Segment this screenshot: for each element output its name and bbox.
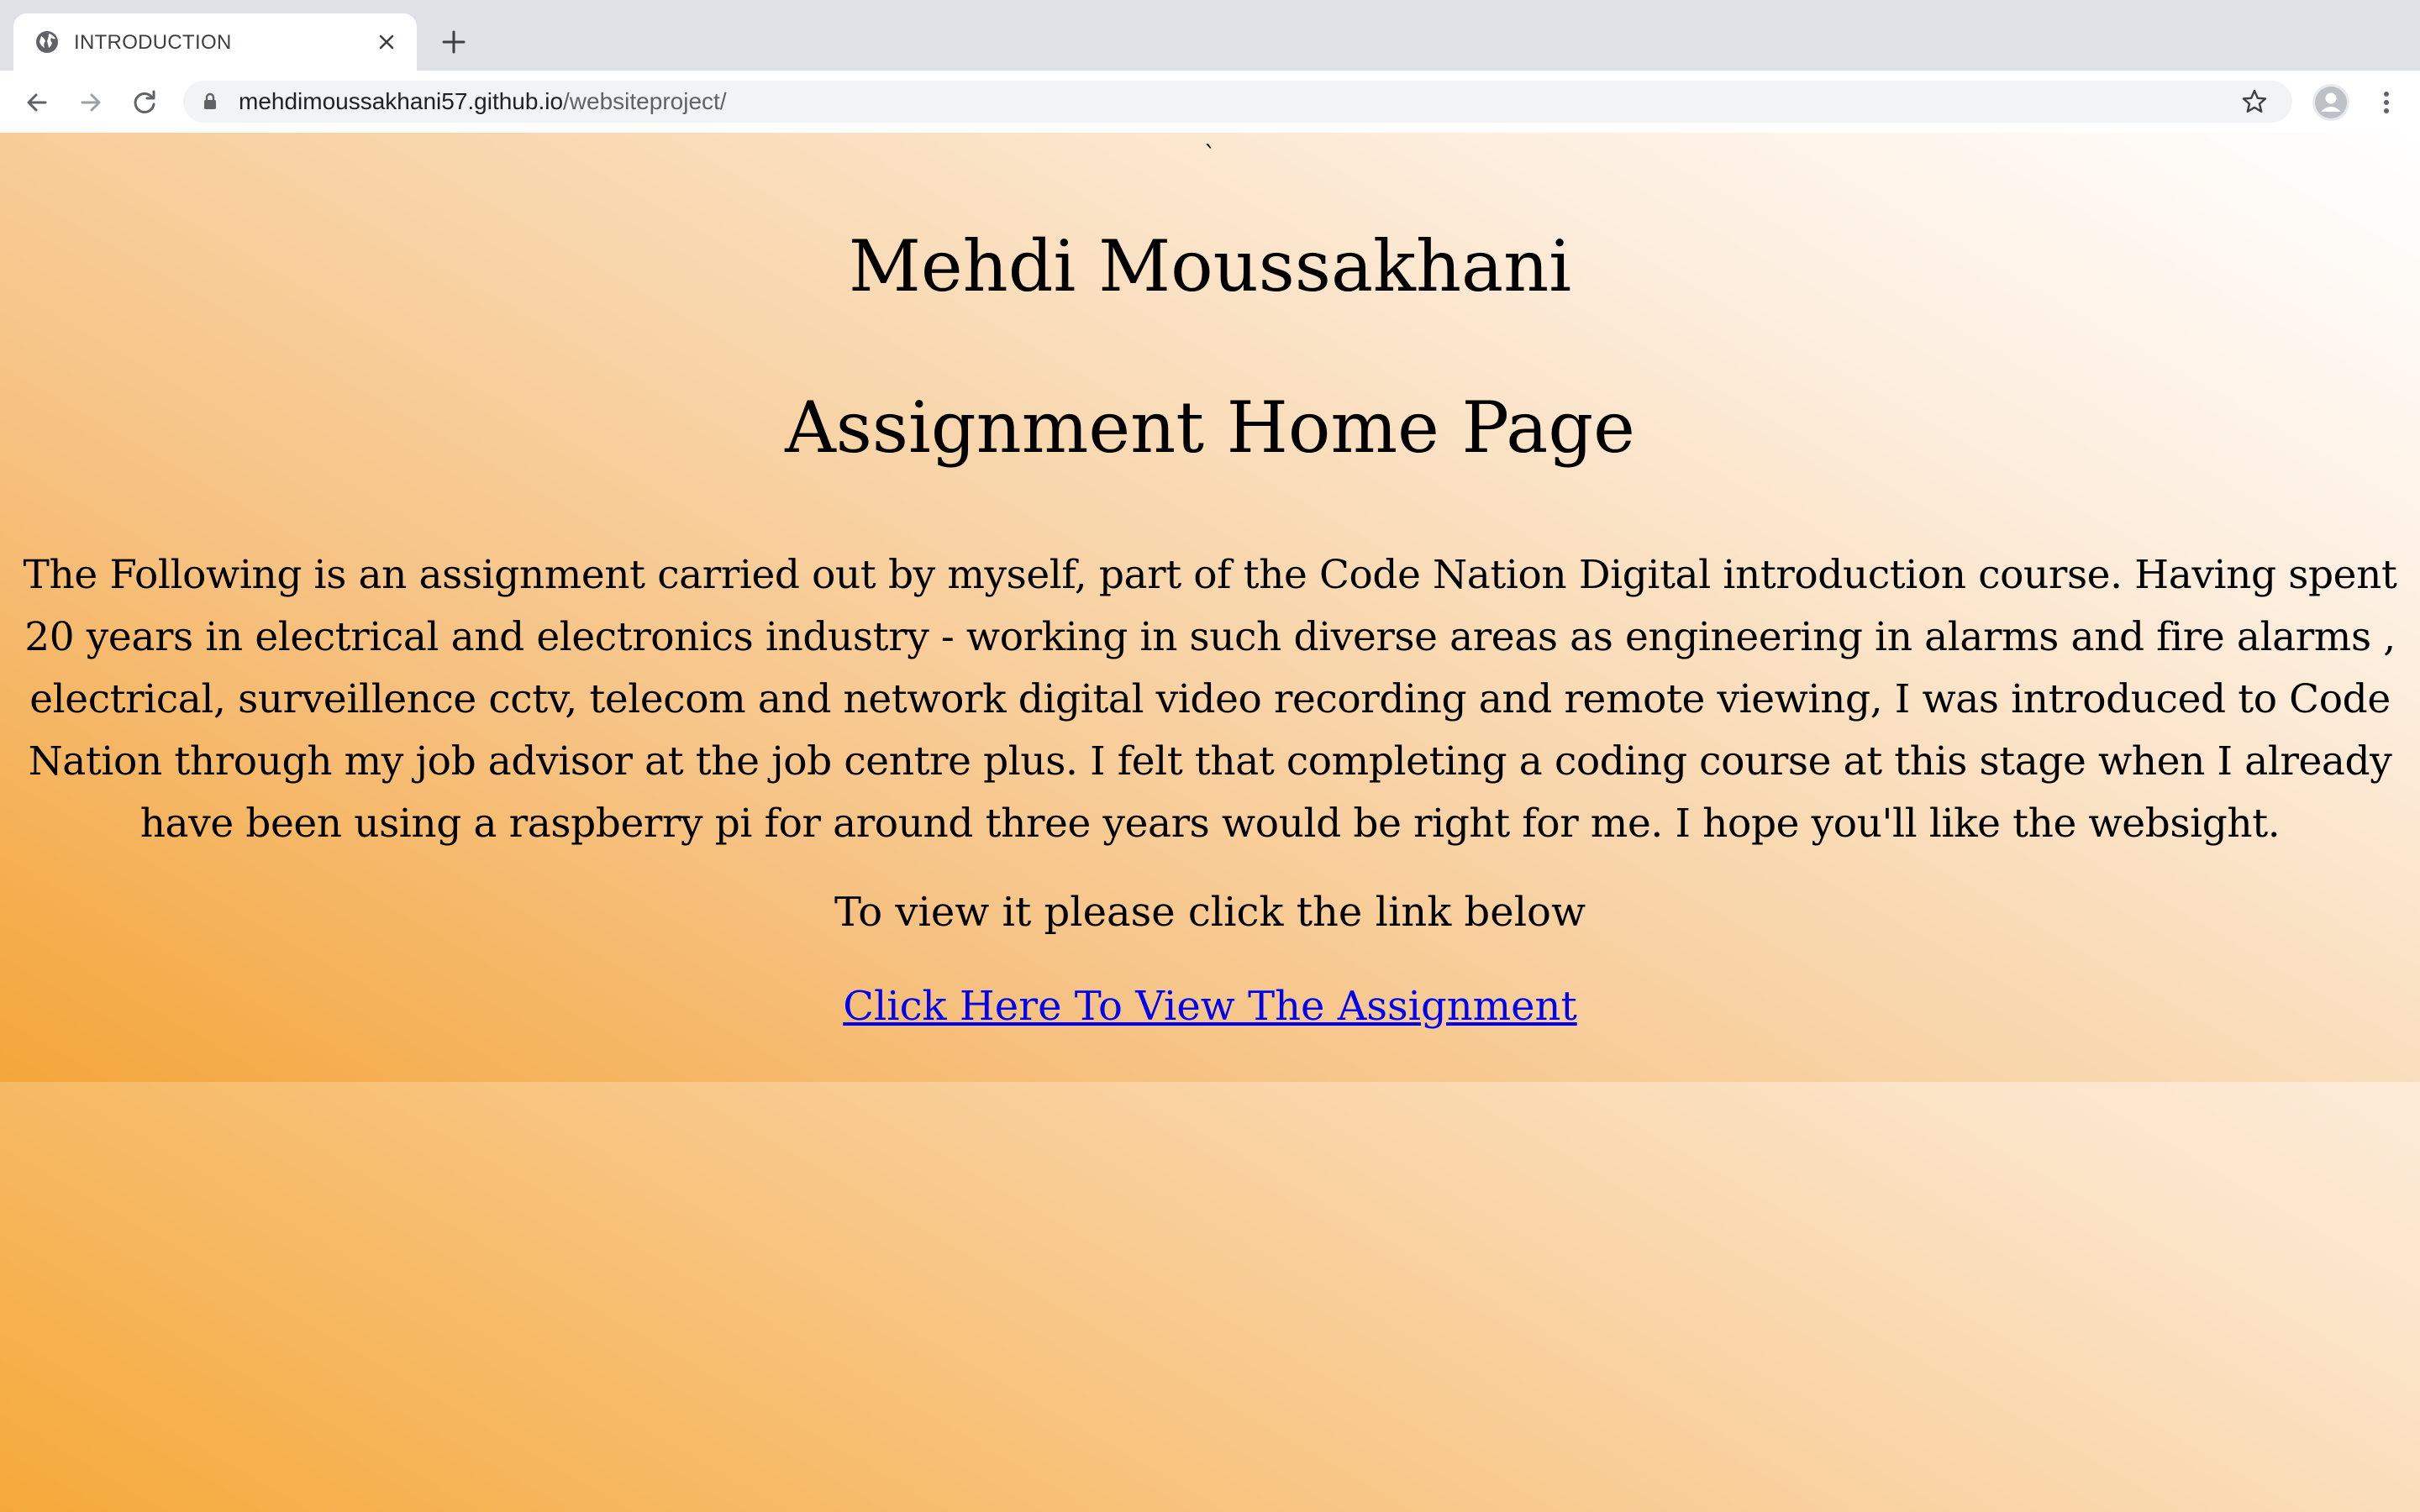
page-viewport: ` Mehdi Moussakhani Assignment Home Page… [0,133,2420,1512]
tab-title: INTRODUCTION [74,31,232,54]
more-vertical-icon[interactable] [2370,86,2403,119]
avatar-icon[interactable] [2312,84,2349,121]
globe-icon [36,31,58,53]
link-container: Click Here To View The Assignment [0,983,2420,1030]
page-title: Assignment Home Page [785,386,1635,469]
intro-paragraph: The Following is an assignment carried o… [23,552,2397,847]
url-text[interactable]: mehdimoussakhani57.github.io/websiteproj… [239,81,727,123]
view-assignment-link[interactable]: Click Here To View The Assignment [843,983,1577,1030]
browser-tab[interactable]: INTRODUCTION [13,13,417,71]
address-bar[interactable]: mehdimoussakhani57.github.io/websiteproj… [183,81,2292,123]
name-heading: Mehdi Moussakhani [848,225,1572,307]
forward-arrow-icon[interactable] [74,86,108,119]
reload-icon[interactable] [128,86,161,119]
star-icon[interactable] [2240,87,2269,116]
close-icon[interactable] [371,27,402,57]
back-arrow-icon[interactable] [20,86,54,119]
page-body: ` Mehdi Moussakhani Assignment Home Page… [0,133,2420,1082]
browser-toolbar: mehdimoussakhani57.github.io/websiteproj… [0,71,2420,134]
link-prompt: To view it please click the link below [834,889,1586,936]
url-path: /websiteproject/ [563,88,727,114]
stray-character: ` [1204,141,1216,169]
url-host: mehdimoussakhani57.github.io [239,88,564,114]
tab-strip: INTRODUCTION [0,0,2420,71]
plus-icon[interactable] [437,25,471,59]
lock-icon[interactable] [200,92,220,112]
